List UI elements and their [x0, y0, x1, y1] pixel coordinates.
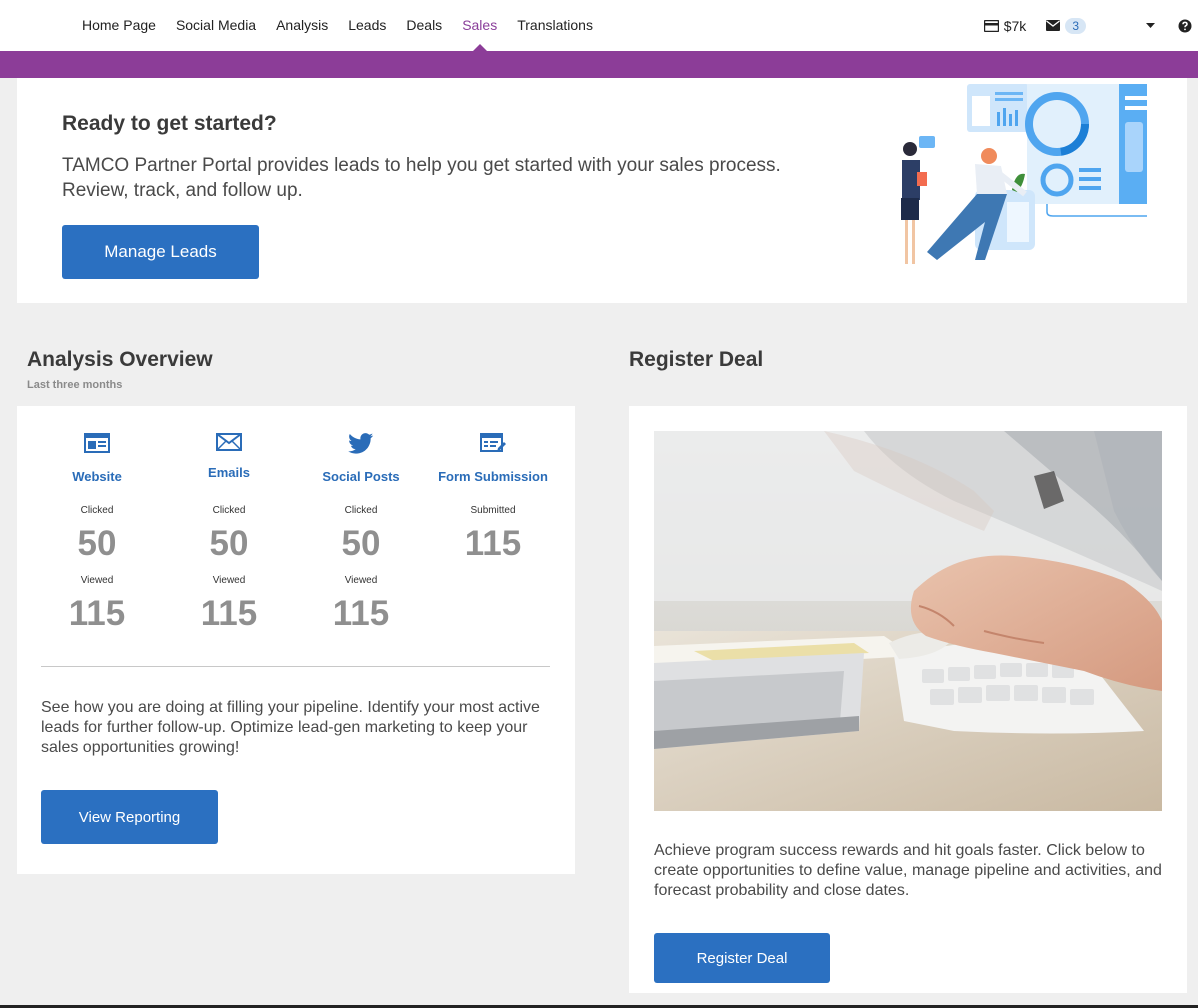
message-count-badge: 3: [1065, 17, 1086, 34]
viewed-value: 115: [200, 594, 258, 633]
top-navigation: Home Page Social Media Analysis Leads De…: [0, 0, 1198, 52]
register-deal-card: Achieve program success rewards and hit …: [629, 406, 1187, 993]
viewed-value: 115: [332, 594, 390, 633]
help-icon[interactable]: [1178, 19, 1192, 33]
manage-leads-button[interactable]: Manage Leads: [62, 225, 259, 279]
email-icon: [216, 433, 242, 451]
viewed-value: 115: [68, 594, 126, 633]
envelope-icon: [1046, 20, 1061, 31]
user-menu-dropdown[interactable]: [1144, 21, 1156, 31]
website-icon: [84, 433, 110, 453]
register-deal-title: Register Deal: [629, 348, 764, 371]
hero-description: TAMCO Partner Portal provides leads to h…: [62, 155, 781, 201]
nav-utilities: $7k 3: [983, 0, 1198, 51]
register-deal-button[interactable]: Register Deal: [654, 933, 830, 983]
credit-card-icon: [983, 19, 999, 32]
clicked-value: 50: [77, 524, 117, 563]
nav-item-leads[interactable]: Leads: [338, 0, 396, 51]
analysis-overview-card: Website Clicked 50 Viewed 115 Emails Cli…: [17, 406, 575, 874]
metric-label: Form Submission: [438, 469, 548, 484]
viewed-label: Viewed: [80, 575, 114, 586]
view-reporting-button[interactable]: View Reporting: [41, 790, 218, 844]
nav-menu: Home Page Social Media Analysis Leads De…: [72, 0, 603, 52]
hero-title: Ready to get started?: [62, 112, 277, 135]
clicked-value: 50: [209, 524, 249, 563]
nav-item-deals[interactable]: Deals: [396, 0, 452, 51]
nav-item-sales[interactable]: Sales: [452, 0, 507, 52]
brand-banner: [0, 51, 1198, 78]
metric-label: Website: [72, 469, 122, 484]
deal-description: Achieve program success rewards and hit …: [654, 842, 1162, 899]
metric-label: Social Posts: [322, 469, 400, 484]
analysis-description: See how you are doing at filling your pi…: [41, 699, 540, 756]
nav-item-social-media[interactable]: Social Media: [166, 0, 266, 51]
form-icon: [480, 433, 506, 452]
viewed-label: Viewed: [344, 575, 378, 586]
viewed-label: Viewed: [212, 575, 246, 586]
nav-item-home-page[interactable]: Home Page: [72, 0, 166, 51]
clicked-label: Clicked: [344, 505, 378, 516]
get-started-card: Ready to get started? TAMCO Partner Port…: [17, 78, 1187, 303]
dashboard-illustration: [901, 84, 1147, 264]
nav-item-analysis[interactable]: Analysis: [266, 0, 338, 51]
clicked-value: 50: [341, 524, 381, 563]
twitter-icon: [348, 433, 374, 454]
credit-balance[interactable]: $7k: [983, 17, 1027, 34]
clicked-label: Clicked: [212, 505, 246, 516]
nav-item-translations[interactable]: Translations: [507, 0, 603, 51]
credit-amount: $7k: [1003, 17, 1027, 34]
messages-button[interactable]: 3: [1046, 17, 1086, 34]
analysis-overview-title: Analysis Overview: [27, 348, 213, 371]
analysis-overview-subtitle: Last three months: [27, 379, 123, 391]
clicked-label: Clicked: [80, 505, 114, 516]
section-divider: [41, 666, 550, 667]
metric-label: Emails: [208, 465, 250, 480]
submitted-value: 115: [464, 524, 522, 563]
caret-down-icon: [1145, 23, 1155, 28]
laptop-keyboard-photo: [654, 431, 1162, 811]
submitted-label: Submitted: [470, 505, 516, 516]
